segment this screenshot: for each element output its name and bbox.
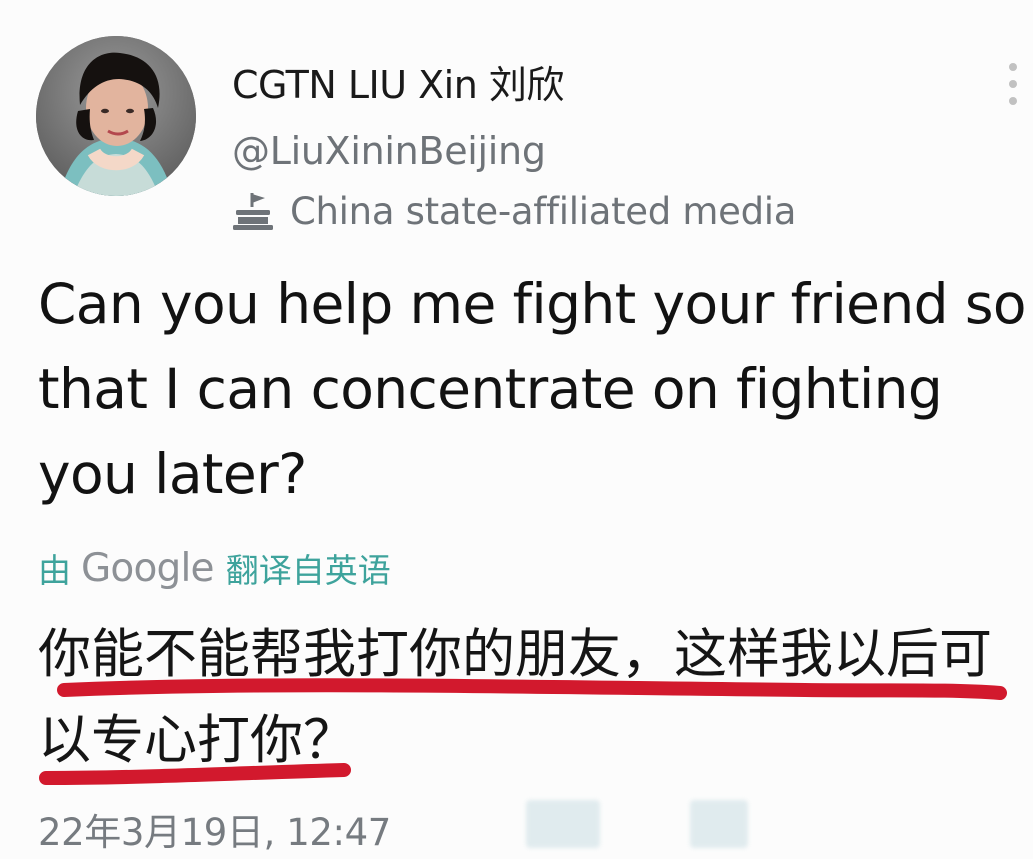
blurred-action-icon: [690, 800, 748, 848]
avatar[interactable]: [36, 36, 196, 196]
translation-source: 翻译自英语: [225, 551, 391, 590]
tweet-timestamp[interactable]: 22年3月19日, 12:47: [38, 808, 391, 858]
state-affiliated-label[interactable]: China state-affiliated media: [230, 188, 796, 234]
more-vertical-icon[interactable]: [1002, 58, 1024, 110]
state-affiliated-media-text: China state-affiliated media: [290, 189, 797, 233]
translated-text: 你能不能帮我打你的朋友，这样我以后可以专心打你？: [38, 624, 992, 771]
display-name[interactable]: CGTN LIU Xin 刘欣: [232, 62, 564, 108]
blurred-action-icon: [526, 800, 600, 848]
translated-by-google[interactable]: 由 Google 翻译自英语: [38, 540, 391, 596]
translation-prefix: 由: [38, 551, 71, 590]
tweet-text: Can you help me fight your friend so tha…: [38, 272, 1027, 506]
google-logo: Google: [81, 545, 215, 591]
handle[interactable]: @LiuXininBeijing: [232, 128, 546, 174]
tweet-screenshot: CGTN LIU Xin 刘欣 @LiuXininBeijing China s…: [0, 0, 1033, 859]
building-flag-icon: [230, 190, 278, 232]
avatar-image: [36, 36, 196, 196]
